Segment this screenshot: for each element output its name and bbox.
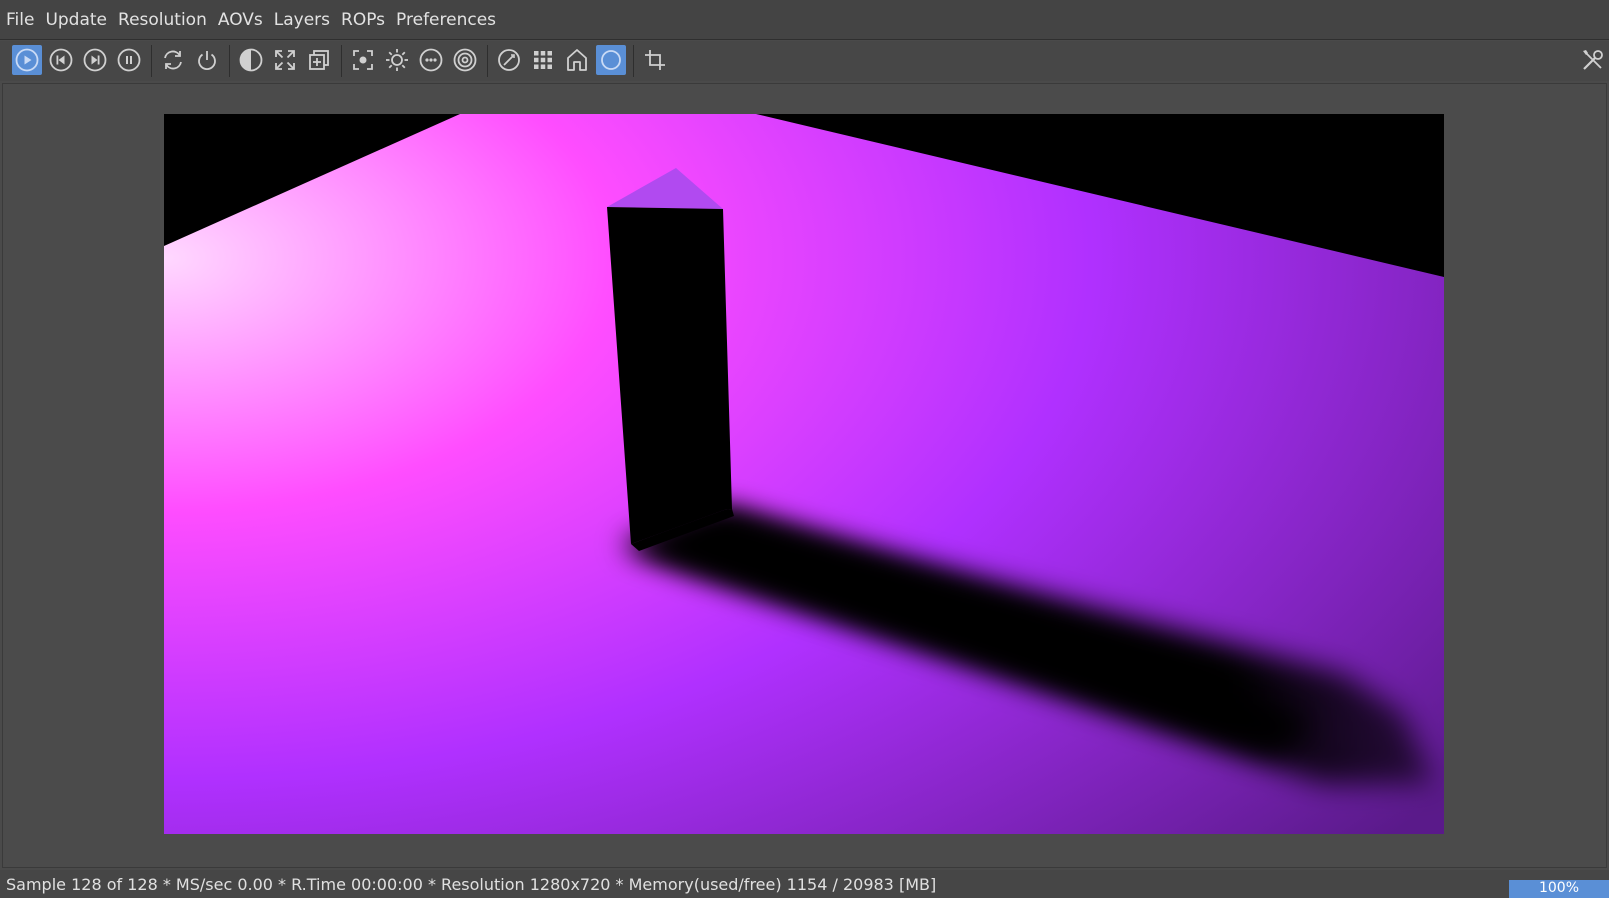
target-button[interactable]: [450, 45, 480, 75]
copy-add-icon: [309, 50, 329, 70]
toolbar-separator: [341, 45, 342, 77]
tools-icon: [1583, 50, 1603, 70]
skip-back-icon: [49, 48, 73, 72]
toolbar-separator: [229, 45, 230, 77]
refresh-button[interactable]: [158, 45, 188, 75]
sun-icon: [386, 49, 408, 71]
menu-file[interactable]: File: [0, 0, 39, 40]
expand-icon: [275, 50, 295, 70]
region-button[interactable]: [596, 45, 626, 75]
menu-bar: File Update Resolution AOVs Layers ROPs …: [0, 0, 1609, 40]
play-icon: [15, 48, 39, 72]
pause-button[interactable]: [114, 45, 144, 75]
more-button[interactable]: [416, 45, 446, 75]
progress-label: 100%: [1538, 880, 1580, 896]
refresh-icon: [164, 50, 182, 70]
render-image[interactable]: [164, 114, 1444, 834]
target-icon: [453, 48, 477, 72]
toolbar-separator: [487, 45, 488, 77]
menu-aovs[interactable]: AOVs: [212, 0, 268, 40]
skip-back-button[interactable]: [46, 45, 76, 75]
sun-button[interactable]: [382, 45, 412, 75]
more-circle-icon: [419, 48, 443, 72]
contrast-button[interactable]: [236, 45, 266, 75]
menu-resolution[interactable]: Resolution: [112, 0, 212, 40]
pause-icon: [117, 48, 141, 72]
power-icon: [198, 51, 216, 71]
menu-layers[interactable]: Layers: [268, 0, 335, 40]
grid-icon: [534, 51, 552, 69]
menu-rops[interactable]: ROPs: [335, 0, 390, 40]
home-icon: [567, 49, 587, 71]
power-button[interactable]: [192, 45, 222, 75]
skip-forward-icon: [83, 48, 107, 72]
compass-icon: [498, 49, 520, 71]
crop-icon: [645, 50, 665, 70]
compass-button[interactable]: [494, 45, 524, 75]
copy-add-button[interactable]: [304, 45, 334, 75]
tools-button[interactable]: [1578, 45, 1608, 75]
skip-forward-button[interactable]: [80, 45, 110, 75]
contrast-icon: [239, 48, 263, 72]
render-scene: [164, 114, 1444, 834]
grid-button[interactable]: [528, 45, 558, 75]
expand-button[interactable]: [270, 45, 300, 75]
play-button[interactable]: [12, 45, 42, 75]
focus-button[interactable]: [348, 45, 378, 75]
status-text: Sample 128 of 128 * MS/sec 0.00 * R.Time…: [6, 874, 937, 894]
progress-bar: 100%: [1509, 880, 1609, 898]
menu-preferences[interactable]: Preferences: [390, 0, 501, 40]
region-icon: [601, 50, 621, 70]
toolbar: [0, 41, 1609, 81]
crop-button[interactable]: [640, 45, 670, 75]
toolbar-separator: [633, 45, 634, 77]
focus-icon: [353, 50, 373, 70]
menu-update[interactable]: Update: [39, 0, 112, 40]
home-button[interactable]: [562, 45, 592, 75]
toolbar-separator: [151, 45, 152, 77]
status-bar: Sample 128 of 128 * MS/sec 0.00 * R.Time…: [0, 870, 1609, 898]
